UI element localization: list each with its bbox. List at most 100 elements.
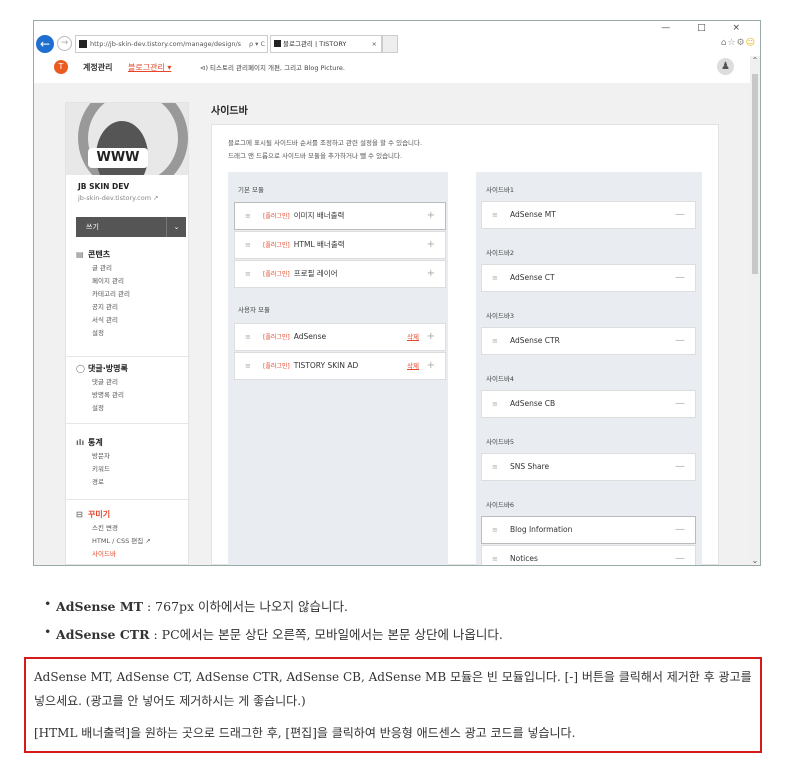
address-controls[interactable]: ρ ▾ C [249,36,265,52]
module-item[interactable]: ≡ [플러그인] HTML 배너출력 + [234,231,446,259]
menu-item[interactable]: 방명록 관리 [76,389,128,402]
blog-url-link[interactable]: jb-skin-dev.tistory.com ↗ [78,194,159,202]
tab-title: 블로그관리 | TISTORY [283,40,347,48]
menu-item[interactable]: 경로 [76,476,110,489]
menu-item[interactable]: 스킨 변경 [76,522,151,535]
remove-icon[interactable]: — [675,546,685,565]
chevron-down-icon[interactable]: ⌄ [166,217,186,237]
menu-item[interactable]: 서식 관리 [76,314,130,327]
sidebar-slot-title: 사이드바3 [486,312,515,320]
menu-item[interactable]: 공지 관리 [76,301,130,314]
sidebar-module-item[interactable]: ≡ AdSense CTR — [481,327,696,355]
account-manage-link[interactable]: 계정관리 [83,62,112,73]
drag-handle-icon[interactable]: ≡ [492,328,498,354]
menu-item[interactable]: 설정 [76,402,128,415]
drag-handle-icon[interactable]: ≡ [245,324,251,350]
notice-link[interactable]: ⊲) 티스토리 관리페이지 개편, 그리고 Blog Picture. [200,62,345,72]
menu-section-contents: ▤ 콘텐츠 글 관리 페이지 관리 카테고리 관리 공지 관리 서식 관리 설정 [76,249,130,340]
menu-section-stats: ılı 통계 방문자 키워드 경로 [76,437,110,489]
remove-icon[interactable]: — [675,265,685,291]
add-icon[interactable]: + [427,232,435,258]
menu-item[interactable]: 페이지 관리 [76,275,130,288]
module-tag: [플러그인] [263,334,290,341]
palette-icon: ⊟ [76,510,83,519]
sidebar-slot-title: 사이드바6 [486,501,515,509]
remove-icon[interactable]: — [675,202,685,228]
blog-name: JB SKIN DEV [78,182,130,191]
menu-item-sidebar-selected[interactable]: 사이드바 [76,548,151,561]
forward-icon[interactable]: → [57,36,72,51]
smiley-icon[interactable]: ☺ [746,38,756,48]
section-divider [66,423,188,424]
drag-handle-icon[interactable]: ≡ [245,261,251,287]
scroll-up-icon[interactable]: ⌃ [750,56,760,65]
menu-item[interactable]: 방문자 [76,450,110,463]
remove-icon[interactable]: — [675,517,685,543]
sidebar-module-item[interactable]: ≡ SNS Share — [481,453,696,481]
add-icon[interactable]: + [427,261,435,287]
delete-link[interactable]: 삭제 [407,324,419,350]
back-icon[interactable]: ← [36,35,54,53]
drag-handle-icon[interactable]: ≡ [492,546,498,565]
browser-tab[interactable]: 블로그관리 | TISTORY × [270,35,382,53]
address-bar[interactable]: http://jb-skin-dev.tistory.com/manage/de… [75,35,268,53]
menu-item[interactable]: 키워드 [76,463,110,476]
module-tag: [플러그인] [263,363,290,370]
add-icon[interactable]: + [427,353,435,379]
sidebar-module-item[interactable]: ≡ Notices — [481,545,696,565]
remove-icon[interactable]: — [675,454,685,480]
remove-icon[interactable]: — [675,391,685,417]
star-icon[interactable]: ☆ [727,38,736,48]
sidebar-module-item[interactable]: ≡ AdSense MT — [481,201,696,229]
page-scrollbar[interactable]: ⌃ ⌄ [750,56,760,565]
menu-section-title[interactable]: ◯ 댓글·방명록 [76,363,128,374]
menu-item[interactable]: 카테고리 관리 [76,288,130,301]
menu-item[interactable]: 글 관리 [76,262,130,275]
drag-handle-icon[interactable]: ≡ [245,232,251,258]
browser-screenshot: ← → http://jb-skin-dev.tistory.com/manag… [33,20,761,566]
module-item[interactable]: ≡ [플러그인] TISTORY SKIN AD 삭제 + [234,352,446,380]
menu-section-title[interactable]: ılı 통계 [76,437,110,448]
scroll-down-icon[interactable]: ⌄ [750,556,760,565]
add-icon[interactable]: + [427,203,435,229]
add-icon[interactable]: + [427,324,435,350]
drag-handle-icon[interactable]: ≡ [245,353,251,379]
sidebar-settings-panel: 블로그에 표시될 사이드바 순서를 조정하고 관련 설정을 할 수 있습니다. … [211,124,719,565]
remove-icon[interactable]: — [675,328,685,354]
write-button[interactable]: 쓰기 ⌄ [76,217,186,237]
site-favicon-icon [79,40,87,48]
drag-handle-icon[interactable]: ≡ [492,265,498,291]
sidebar-module-item[interactable]: ≡ Blog Information — [481,516,696,544]
basic-modules-title: 기본 모듈 [238,186,264,194]
delete-link[interactable]: 삭제 [407,353,419,379]
drag-handle-icon[interactable]: ≡ [492,202,498,228]
module-item[interactable]: ≡ [플러그인] 프로필 레이어 + [234,260,446,288]
menu-section-title[interactable]: ▤ 콘텐츠 [76,249,130,260]
user-avatar-icon[interactable]: ♟ [717,58,734,75]
tistory-logo-icon[interactable]: T [54,60,68,74]
module-tag: [플러그인] [263,271,290,278]
scroll-thumb[interactable] [752,74,758,274]
gear-icon[interactable]: ⚙ [737,38,746,48]
module-item[interactable]: ≡ [플러그인] AdSense 삭제 + [234,323,446,351]
chart-icon: ılı [76,438,85,447]
module-item[interactable]: ≡ [플러그인] 이미지 배너출력 + [234,202,446,230]
window-controls[interactable]: — □ × [661,23,752,33]
browser-tool-icons[interactable]: ⌂☆⚙☺ [721,38,756,48]
new-tab-button[interactable] [382,35,398,53]
sidebar-module-item[interactable]: ≡ AdSense CT — [481,264,696,292]
drag-handle-icon[interactable]: ≡ [492,517,498,543]
tab-close-icon[interactable]: × [372,36,377,52]
sidebar-slot-title: 사이드바1 [486,186,515,194]
drag-handle-icon[interactable]: ≡ [245,203,251,229]
blog-admin-dropdown[interactable]: 블로그관리 ▾ [128,62,171,73]
menu-item[interactable]: 설정 [76,327,130,340]
drag-handle-icon[interactable]: ≡ [492,391,498,417]
sidebar-module-item[interactable]: ≡ AdSense CB — [481,390,696,418]
menu-section-decorate: ⊟ 꾸미기 스킨 변경 HTML / CSS 편집 ↗ 사이드바 [76,509,151,561]
menu-item[interactable]: 댓글 관리 [76,376,128,389]
menu-section-title[interactable]: ⊟ 꾸미기 [76,509,151,520]
menu-item[interactable]: HTML / CSS 편집 ↗ [76,535,151,548]
bullet-text: : 767px 이하에서는 나오지 않습니다. [143,599,348,614]
drag-handle-icon[interactable]: ≡ [492,454,498,480]
